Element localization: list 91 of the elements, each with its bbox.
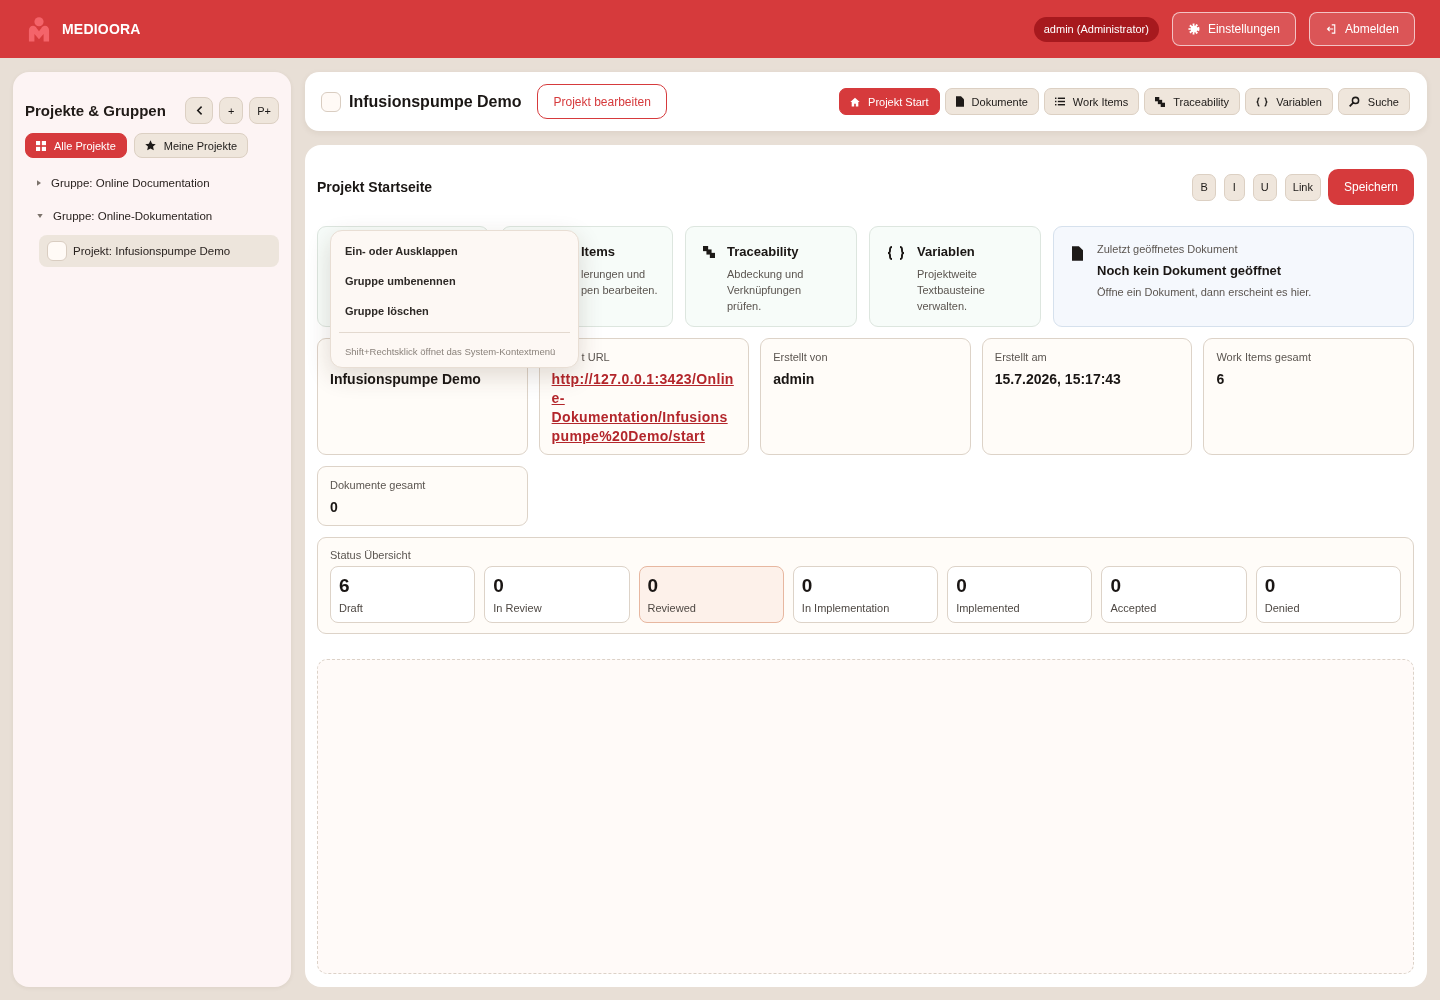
caret-down-icon bbox=[37, 213, 43, 218]
card-title: Noch kein Dokument geöffnet bbox=[1097, 262, 1283, 280]
status-label: Implemented bbox=[956, 601, 1021, 615]
status-label: Reviewed bbox=[647, 601, 697, 615]
status-count: 6 bbox=[339, 575, 351, 597]
save-button[interactable]: Speichern bbox=[1327, 169, 1414, 205]
logo-icon bbox=[28, 15, 50, 43]
star-icon bbox=[144, 140, 156, 151]
settings-button[interactable]: Einstellungen bbox=[1171, 12, 1296, 46]
home-icon bbox=[850, 96, 861, 107]
edit-project-button[interactable]: Projekt bearbeiten bbox=[537, 84, 667, 119]
filter-tab[interactable]: Alle Projekte bbox=[25, 133, 127, 158]
status-tile[interactable]: 0 Implemented bbox=[947, 566, 1093, 623]
checkbox[interactable] bbox=[321, 91, 341, 112]
status-tile[interactable]: 0 In Implementation bbox=[792, 566, 939, 623]
tree-project-item[interactable]: Projekt: Infusionspumpe Demo bbox=[39, 235, 279, 267]
collapse-button[interactable] bbox=[185, 97, 214, 124]
quick-link-card[interactable]: Traceability Abdeckung und Verknüpfungen prüfen. bbox=[685, 226, 857, 327]
status-count: 0 bbox=[647, 575, 660, 597]
status-label: Accepted bbox=[1110, 601, 1158, 615]
status-count: 0 bbox=[1110, 575, 1122, 597]
document-icon bbox=[1072, 246, 1083, 261]
brand-name: MEDIOORA bbox=[62, 21, 141, 37]
logout-icon bbox=[1324, 23, 1337, 35]
card-description: Abdeckung und Verknüpfungen prüfen. bbox=[727, 267, 805, 314]
status-count: 0 bbox=[493, 575, 505, 597]
tree-group-item[interactable]: Gruppe: Online-Dokumentation bbox=[25, 199, 279, 232]
format-button[interactable]: B bbox=[1192, 173, 1216, 201]
list-icon bbox=[1054, 97, 1065, 106]
info-label: Work Items gesamt bbox=[1216, 350, 1312, 364]
quick-link-card[interactable]: Variablen Projektweite Textbausteine verwalten. bbox=[869, 226, 1041, 327]
sidebar-title: Projekte & Gruppen bbox=[25, 102, 166, 119]
status-label: Denied bbox=[1264, 601, 1301, 615]
info-label: Dokumente gesamt bbox=[330, 478, 427, 492]
braces-icon bbox=[887, 246, 905, 260]
info-value: 0 bbox=[330, 498, 339, 517]
status-tile[interactable]: 0 Denied bbox=[1255, 566, 1401, 623]
card-description: Projektweite Textbausteine verwalten. bbox=[917, 267, 986, 314]
info-label: Erstellt von bbox=[773, 350, 829, 364]
page-title: Projekt Startseite bbox=[317, 179, 433, 195]
editor-area[interactable] bbox=[317, 659, 1414, 974]
linked-squares-icon bbox=[1155, 96, 1166, 107]
add-project-button[interactable]: P+ bbox=[249, 97, 279, 124]
status-count: 0 bbox=[801, 575, 814, 597]
caret-right-icon bbox=[37, 179, 41, 186]
document-icon bbox=[955, 96, 964, 107]
checkbox[interactable] bbox=[47, 241, 67, 261]
linked-squares-icon bbox=[703, 246, 715, 258]
card-title: Variablen bbox=[917, 243, 976, 261]
card-title: Traceability bbox=[727, 243, 800, 261]
project-title: Infusionspumpe Demo bbox=[349, 92, 522, 111]
nav-tab[interactable]: Variablen bbox=[1245, 88, 1333, 115]
gear-icon bbox=[1187, 23, 1200, 35]
project-url-link[interactable]: http://127.0.0.1:3423/Online-Dokumentation/Infusionspumpe%20Demo/start bbox=[551, 370, 737, 446]
status-label: In Implementation bbox=[801, 601, 891, 615]
format-button[interactable]: Link bbox=[1284, 173, 1321, 201]
tree-group-item[interactable]: Gruppe: Online Documentation bbox=[25, 166, 279, 199]
card-description: lerungen und pen bearbeiten. bbox=[581, 267, 659, 298]
info-value: 6 bbox=[1216, 370, 1226, 389]
status-count: 0 bbox=[956, 575, 968, 597]
status-tile[interactable]: 0 Reviewed bbox=[638, 566, 784, 623]
info-value: admin bbox=[773, 370, 816, 389]
chevron-left-icon bbox=[195, 105, 203, 116]
add-button[interactable]: + bbox=[219, 97, 244, 124]
info-value: 15.7.2026, 15:17:43 bbox=[994, 370, 1122, 389]
section-title: Status Übersicht bbox=[330, 548, 412, 562]
user-role-badge: admin (Administrator) bbox=[1033, 16, 1159, 42]
card-description: Öffne ein Dokument, dann erscheint es hier. bbox=[1097, 285, 1312, 300]
search-icon bbox=[1348, 96, 1360, 107]
nav-tab[interactable]: Suche bbox=[1337, 88, 1410, 115]
status-label: In Review bbox=[493, 601, 543, 615]
menu-hint: Shift+Rechtsklick öffnet das System-Kontextmenü bbox=[344, 345, 557, 359]
format-button[interactable]: U bbox=[1252, 173, 1277, 201]
grid-icon bbox=[36, 140, 46, 151]
info-value: Infusionspumpe Demo bbox=[330, 370, 482, 389]
status-tile[interactable]: 6 Draft bbox=[330, 566, 476, 623]
status-label: Draft bbox=[339, 601, 364, 615]
nav-tab[interactable]: Traceability bbox=[1144, 88, 1241, 115]
nav-tab[interactable]: Dokumente bbox=[944, 88, 1039, 115]
nav-tab[interactable]: Projekt Start bbox=[839, 88, 940, 115]
status-tile[interactable]: 0 In Review bbox=[484, 566, 630, 623]
status-tile[interactable]: 0 Accepted bbox=[1101, 566, 1247, 623]
braces-icon bbox=[1256, 96, 1269, 107]
card-title: Items bbox=[581, 243, 616, 261]
filter-tab[interactable]: Meine Projekte bbox=[133, 133, 249, 158]
status-count: 0 bbox=[1264, 575, 1277, 597]
logout-button[interactable]: Abmelden bbox=[1308, 12, 1415, 46]
card-caption: Zuletzt geöffnetes Dokument bbox=[1097, 242, 1239, 257]
info-label: Erstellt am bbox=[994, 350, 1048, 364]
format-button[interactable]: I bbox=[1223, 173, 1245, 201]
nav-tab[interactable]: Work Items bbox=[1043, 88, 1140, 115]
